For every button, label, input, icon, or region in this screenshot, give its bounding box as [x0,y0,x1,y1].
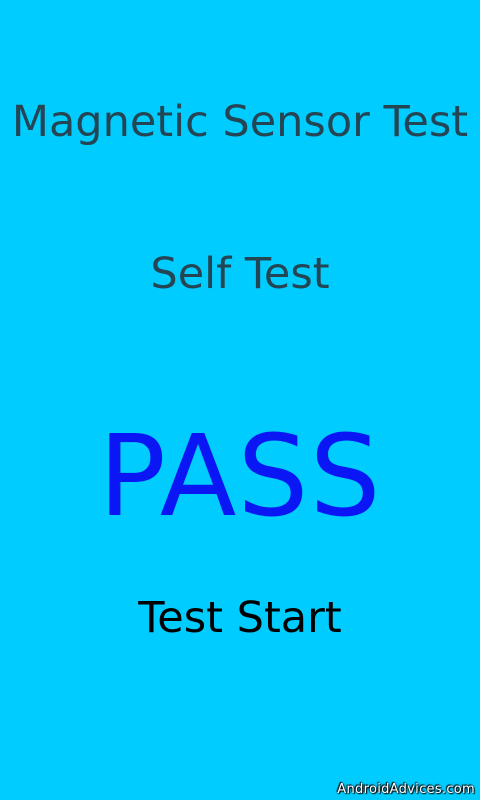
test-start-button[interactable]: Test Start [115,586,365,650]
self-test-label: Self Test [150,249,330,299]
watermark: AndroidAdvices.com [337,782,475,797]
test-result: PASS [98,412,382,542]
page-title: Magnetic Sensor Test [11,97,469,147]
magnetic-sensor-test-screen: Magnetic Sensor Test Self Test PASS Test… [0,0,480,800]
